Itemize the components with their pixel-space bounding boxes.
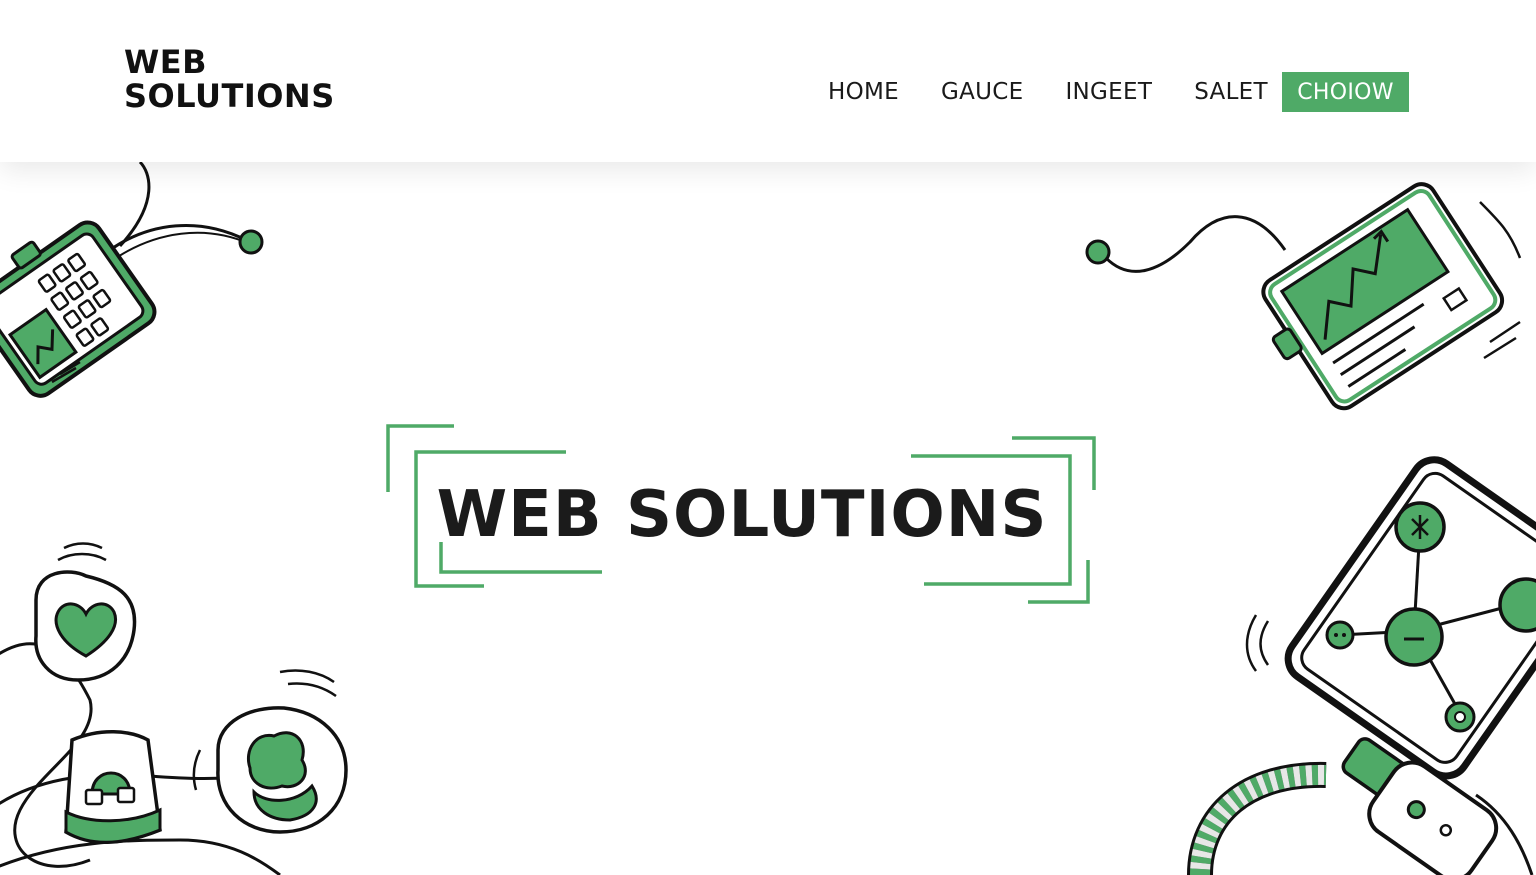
main-nav: HOME GAUCE INGEET SALET: [828, 72, 1310, 112]
nav-item-home[interactable]: HOME: [828, 79, 899, 105]
network-tablet-icon: [1236, 455, 1536, 780]
cta-button[interactable]: CHOIOW: [1282, 72, 1409, 112]
landing-page: WEB SOLUTIONS HOME GAUCE INGEET SALET CH…: [0, 0, 1536, 875]
nav-item-ingeet[interactable]: INGEET: [1065, 79, 1152, 105]
chart-monitor-device-icon: [1080, 162, 1536, 416]
nav-item-gauce[interactable]: GAUCE: [941, 79, 1023, 105]
site-logo[interactable]: WEB SOLUTIONS: [124, 45, 335, 113]
hero-title-block: WEB SOLUTIONS: [386, 420, 1098, 610]
handheld-keypad-device-icon: [0, 160, 280, 406]
logo-line-2: SOLUTIONS: [124, 77, 335, 115]
logo-line-1: WEB: [124, 43, 208, 81]
hero-title: WEB SOLUTIONS: [436, 478, 1048, 552]
site-header: WEB SOLUTIONS HOME GAUCE INGEET SALET CH…: [0, 0, 1536, 162]
heart-and-device-bubbles-icon: [0, 540, 360, 875]
nav-item-salet[interactable]: SALET: [1194, 79, 1268, 105]
striped-cable-plug-icon: [1186, 737, 1536, 875]
